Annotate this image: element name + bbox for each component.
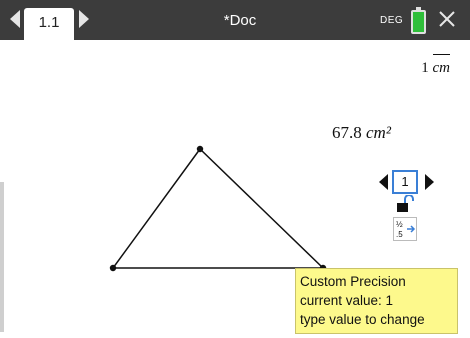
previous-page-arrow-icon[interactable] <box>10 10 20 28</box>
document-title: *Doc <box>223 12 257 29</box>
triangle-vertex[interactable] <box>109 264 117 272</box>
tooltip-current-value: current value: 1 <box>300 293 394 308</box>
fraction-decimal-toggle-icon[interactable]: ½ .5 <box>393 217 417 241</box>
precision-input[interactable]: 1 <box>392 170 418 194</box>
triangle[interactable] <box>111 147 325 269</box>
next-page-arrow-icon[interactable] <box>79 10 89 28</box>
close-icon[interactable] <box>434 6 460 32</box>
svg-text:.5: .5 <box>396 230 403 239</box>
tooltip-instruction: type value to change <box>300 312 425 327</box>
unlock-icon[interactable] <box>395 195 415 213</box>
tooltip-title: Custom Precision <box>300 274 406 289</box>
decrease-precision-arrow-icon[interactable] <box>379 174 388 190</box>
increase-precision-arrow-icon[interactable] <box>425 174 434 190</box>
svg-text:½: ½ <box>396 220 403 229</box>
battery-icon <box>411 7 426 34</box>
scroll-edge <box>0 182 4 332</box>
angle-mode-indicator: DEG <box>380 15 404 26</box>
triangle-vertex[interactable] <box>196 145 204 153</box>
tab-page[interactable]: 1.1 <box>24 8 74 40</box>
top-bar: 1.1 *Doc DEG <box>0 0 470 40</box>
precision-tooltip: Custom Precision current value: 1 type v… <box>295 268 458 334</box>
